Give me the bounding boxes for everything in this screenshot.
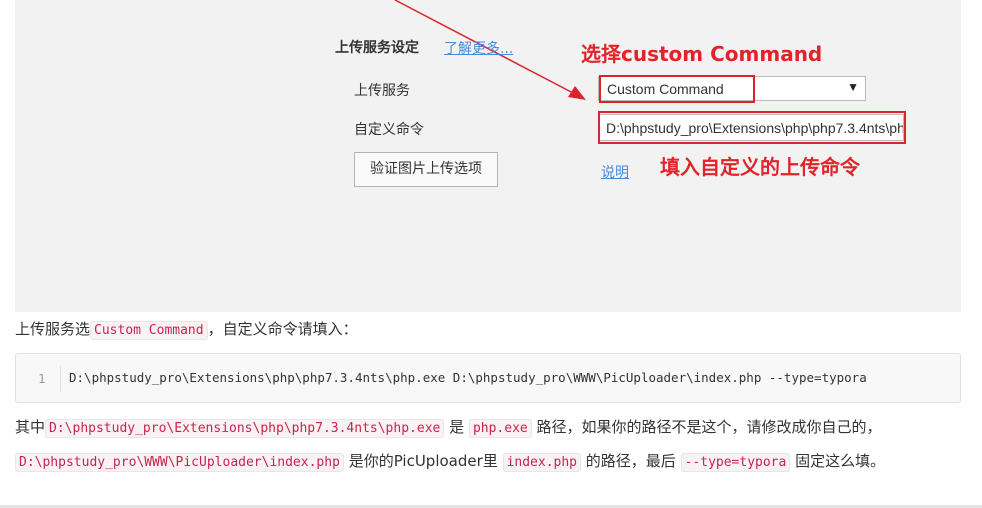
caption-prefix: 上传服务选	[15, 320, 91, 338]
php-exe-code: php.exe	[468, 419, 532, 438]
help-link[interactable]: 说明	[601, 162, 629, 182]
highlight-custom-command	[598, 111, 906, 144]
para-text-6: 固定这么填。	[795, 452, 886, 470]
highlight-upload-service	[599, 75, 755, 103]
caption-suffix: ，自定义命令请填入：	[207, 320, 358, 338]
custom-command-label: 自定义命令	[354, 122, 424, 138]
learn-more-link[interactable]: 了解更多...	[444, 38, 513, 58]
php-exe-path: D:\phpstudy_pro\Extensions\php\php7.3.4n…	[45, 419, 445, 438]
para-text-3: 路径，如果你的路径不是这个，请修改成你自己的，	[536, 418, 882, 436]
type-typora-code: --type=typora	[680, 453, 791, 472]
caption: 上传服务选 Custom Command ，自定义命令请填入：	[15, 318, 358, 340]
para-text-1: 其中	[15, 418, 46, 436]
verify-upload-button[interactable]: 验证图片上传选项	[354, 152, 498, 187]
annotation-fill-command: 填入自定义的上传命令	[660, 155, 860, 179]
caption-code: Custom Command	[90, 321, 208, 340]
index-php-code: index.php	[502, 453, 582, 472]
settings-screenshot: 上传服务设定 了解更多... 选择custom Command 上传服务 Cus…	[15, 0, 961, 312]
chevron-down-icon: ▼	[847, 80, 859, 94]
para-text-4: 是你的PicUploader里	[348, 452, 498, 470]
line-number: 1	[38, 371, 46, 386]
code-line: D:\phpstudy_pro\Extensions\php\php7.3.4n…	[69, 370, 867, 385]
section-title: 上传服务设定	[335, 40, 419, 56]
explanation-paragraph: 其中 D:\phpstudy_pro\Extensions\php\php7.3.…	[15, 411, 967, 479]
index-php-path: D:\phpstudy_pro\WWW\PicUploader\index.ph…	[15, 453, 344, 472]
para-text-2: 是	[449, 418, 465, 436]
code-block[interactable]: 1 D:\phpstudy_pro\Extensions\php\php7.3.…	[15, 353, 961, 403]
gutter-divider	[60, 366, 61, 392]
upload-service-label: 上传服务	[354, 83, 410, 99]
para-text-5: 的路径，最后	[585, 452, 676, 470]
annotation-select-command: 选择custom Command	[581, 42, 823, 66]
